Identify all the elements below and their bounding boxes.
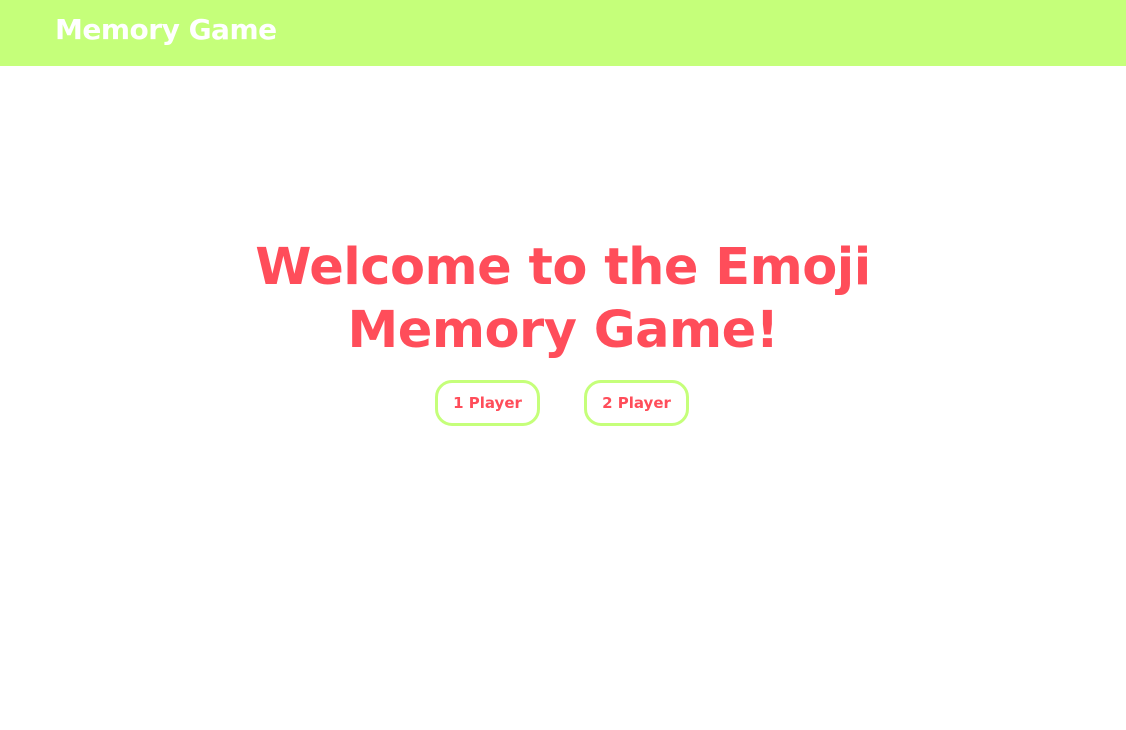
player-mode-selector: 1 Player 2 Player <box>0 380 1126 426</box>
one-player-button[interactable]: 1 Player <box>435 380 540 426</box>
two-player-button[interactable]: 2 Player <box>584 380 689 426</box>
welcome-heading: Welcome to the Emoji Memory Game! <box>255 238 871 360</box>
app-title[interactable]: Memory Game <box>55 12 277 48</box>
app-header: Memory Game <box>0 0 1126 66</box>
hero-section: Welcome to the Emoji Memory Game! <box>0 236 1126 362</box>
